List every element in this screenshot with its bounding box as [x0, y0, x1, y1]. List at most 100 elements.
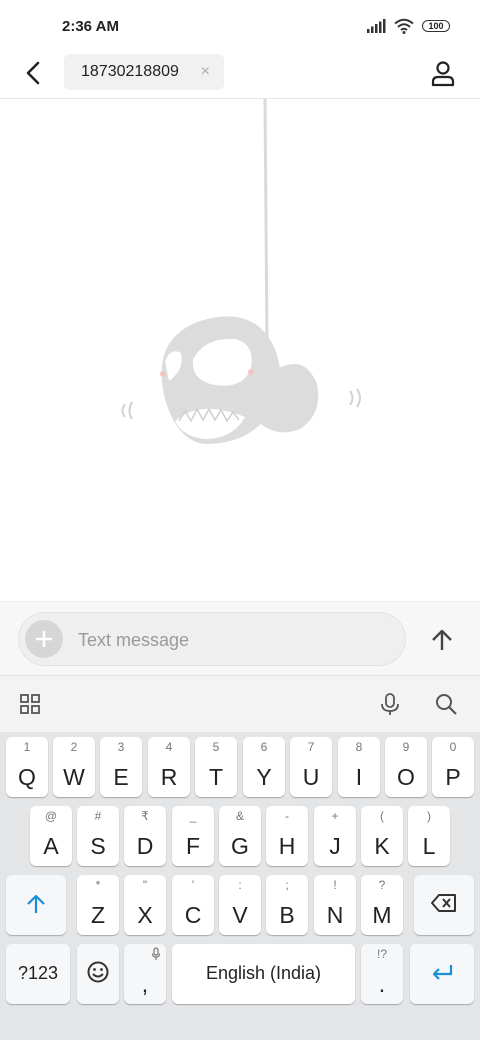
microphone-icon[interactable]	[378, 692, 402, 716]
key-a[interactable]: @ A	[30, 806, 72, 866]
key-t[interactable]: 5T	[195, 737, 237, 797]
apps-grid-icon[interactable]	[18, 692, 42, 716]
key-hint: 5	[212, 740, 220, 754]
key-c[interactable]: ' C	[172, 875, 214, 935]
key-p[interactable]: 0P	[432, 737, 474, 797]
space-key-label: English (India)	[205, 963, 322, 983]
symbols-key-label: ?123	[17, 963, 59, 983]
key-hint: 9	[402, 740, 410, 754]
key-label: N	[326, 902, 344, 928]
period-label: .	[378, 971, 386, 997]
key-hint: _	[189, 809, 197, 823]
status-time: 2:36 AM	[62, 18, 119, 35]
emoji-key[interactable]	[77, 944, 119, 1004]
key-label: W	[63, 764, 85, 790]
search-icon[interactable]	[434, 692, 458, 716]
key-hint: &	[235, 809, 244, 823]
key-y[interactable]: 6Y	[243, 737, 285, 797]
key-o[interactable]: 9O	[385, 737, 427, 797]
shift-icon-wrap	[6, 891, 66, 917]
status-icons: 100	[366, 18, 450, 34]
message-field	[18, 612, 406, 667]
key-label: E	[113, 764, 129, 790]
contact-button[interactable]	[428, 58, 458, 88]
key-i[interactable]: 8I	[338, 737, 380, 797]
key-label: K	[374, 833, 390, 859]
emoji-icon-wrap	[77, 960, 119, 984]
key-hint: '	[191, 878, 195, 892]
key-u[interactable]: 7U	[290, 737, 332, 797]
wifi-icon	[394, 18, 414, 34]
key-hint: @	[44, 809, 58, 823]
space-key[interactable]: English (India)	[172, 944, 355, 1004]
key-label: Z	[90, 902, 106, 928]
key-hint: 7	[307, 740, 315, 754]
key-label: V	[232, 902, 248, 928]
key-x[interactable]: " X	[124, 875, 166, 935]
message-input[interactable]	[76, 613, 380, 667]
key-label: R	[160, 764, 178, 790]
key-q[interactable]: 1Q	[6, 737, 48, 797]
symbols-key[interactable]: ?123	[6, 944, 70, 1004]
key-hint: 3	[117, 740, 125, 754]
send-button[interactable]	[424, 622, 460, 658]
key-label: U	[302, 764, 320, 790]
shift-arrow-icon	[27, 894, 45, 913]
key-n[interactable]: ! N	[314, 875, 356, 935]
key-label: I	[355, 764, 363, 790]
comma-key[interactable]: ,	[124, 944, 166, 1004]
key-hint: *	[95, 878, 101, 892]
chevron-left-icon	[26, 61, 40, 85]
battery-icon: 100	[422, 20, 450, 32]
period-key[interactable]: !? .	[361, 944, 403, 1004]
key-d[interactable]: ₹ D	[124, 806, 166, 866]
key-w[interactable]: 2W	[53, 737, 95, 797]
shift-key[interactable]	[6, 875, 66, 935]
key-label: J	[329, 833, 341, 859]
key-k[interactable]: (K	[361, 806, 403, 866]
enter-icon	[432, 965, 453, 980]
comma-label: ,	[141, 971, 149, 997]
key-v[interactable]: :V	[219, 875, 261, 935]
key-h[interactable]: -H	[266, 806, 308, 866]
key-hint: :	[238, 878, 242, 892]
key-label: C	[184, 902, 202, 928]
key-hint: 0	[449, 740, 457, 754]
key-label: O	[397, 764, 415, 790]
key-label: G	[231, 833, 249, 859]
arrow-up-icon	[432, 629, 452, 650]
key-r[interactable]: 4R	[148, 737, 190, 797]
key-b[interactable]: ; B	[266, 875, 308, 935]
recipient-chip[interactable]: 18730218809 ×	[64, 54, 224, 90]
key-label: P	[445, 764, 461, 790]
recipient-number: 18730218809	[81, 63, 179, 80]
key-l[interactable]: ) L	[408, 806, 450, 866]
close-icon[interactable]: ×	[201, 63, 210, 81]
backspace-icon	[431, 894, 456, 912]
key-hint: !?	[376, 947, 387, 961]
attach-button[interactable]	[25, 620, 63, 658]
status-bar: 2:36 AM 100	[0, 0, 480, 50]
smiley-icon	[87, 961, 109, 983]
key-label: Y	[256, 764, 272, 790]
back-button[interactable]	[18, 58, 48, 88]
backspace-key[interactable]	[414, 875, 474, 935]
key-j[interactable]: + J	[314, 806, 356, 866]
key-m[interactable]: ? M	[361, 875, 403, 935]
soft-keyboard: 1Q 2W 3E 4R 5T 6Y 7U 8I 9O 0P @ A # S ₹ D _…	[0, 732, 480, 1040]
key-s[interactable]: # S	[77, 806, 119, 866]
key-label: T	[208, 764, 224, 790]
key-label: Q	[18, 764, 36, 790]
key-e[interactable]: 3E	[100, 737, 142, 797]
key-hint: ?	[378, 878, 386, 892]
key-g[interactable]: & G	[219, 806, 261, 866]
key-hint: 6	[260, 740, 268, 754]
key-label: H	[278, 833, 296, 859]
key-f[interactable]: _ F	[172, 806, 214, 866]
key-hint: -	[285, 809, 289, 823]
key-label: B	[279, 902, 295, 928]
key-label: D	[136, 833, 154, 859]
keyboard-toolbar	[0, 675, 480, 733]
enter-key[interactable]	[410, 944, 474, 1004]
key-z[interactable]: * Z	[77, 875, 119, 935]
